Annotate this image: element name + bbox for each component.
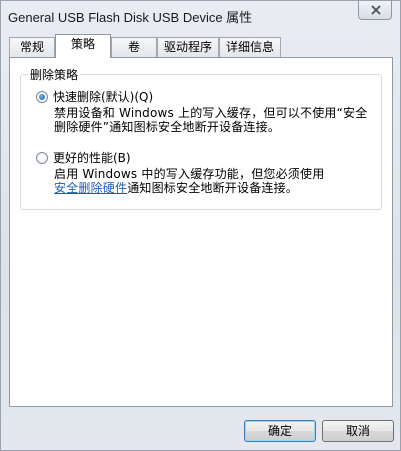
tab-policy[interactable]: 策略 [55, 34, 111, 58]
better-performance-option[interactable]: 更好的性能(B) [36, 149, 131, 166]
tab-details[interactable]: 详细信息 [219, 37, 281, 57]
quick-removal-label: 快速删除(默认)(Q) [53, 90, 154, 104]
better-performance-label: 更好的性能(B) [53, 151, 131, 165]
radio-quick-removal[interactable] [36, 91, 48, 103]
window-title: General USB Flash Disk USB Device 属性 [8, 10, 253, 25]
better-performance-description: 启用 Windows 中的写入缓存功能，但您必须使用 安全删除硬件通知图标安全地… [54, 167, 325, 195]
tab-volume[interactable]: 卷 [111, 37, 157, 57]
close-icon [371, 5, 381, 15]
tab-strip: 常规 策略 卷 驱动程序 详细信息 [9, 34, 394, 58]
safely-remove-hardware-link[interactable]: 安全删除硬件 [54, 181, 127, 195]
properties-dialog: General USB Flash Disk USB Device 属性 常规 … [0, 0, 401, 451]
group-label: 删除策略 [28, 66, 81, 83]
ok-button[interactable]: 确定 [244, 420, 316, 442]
quick-removal-option[interactable]: 快速删除(默认)(Q) [36, 88, 153, 105]
quick-removal-description: 禁用设备和 Windows 上的写入缓存，但可以不使用“安全 删除硬件”通知图标… [54, 106, 368, 134]
title-bar[interactable]: General USB Flash Disk USB Device 属性 [1, 1, 400, 31]
close-button[interactable] [358, 1, 392, 20]
tab-driver[interactable]: 驱动程序 [157, 37, 219, 57]
radio-better-performance[interactable] [36, 152, 48, 164]
cancel-button[interactable]: 取消 [322, 420, 394, 442]
tab-general[interactable]: 常规 [9, 37, 55, 57]
tab-panel-policy: 删除策略 快速删除(默认)(Q) 禁用设备和 Windows 上的写入缓存，但可… [9, 57, 393, 407]
